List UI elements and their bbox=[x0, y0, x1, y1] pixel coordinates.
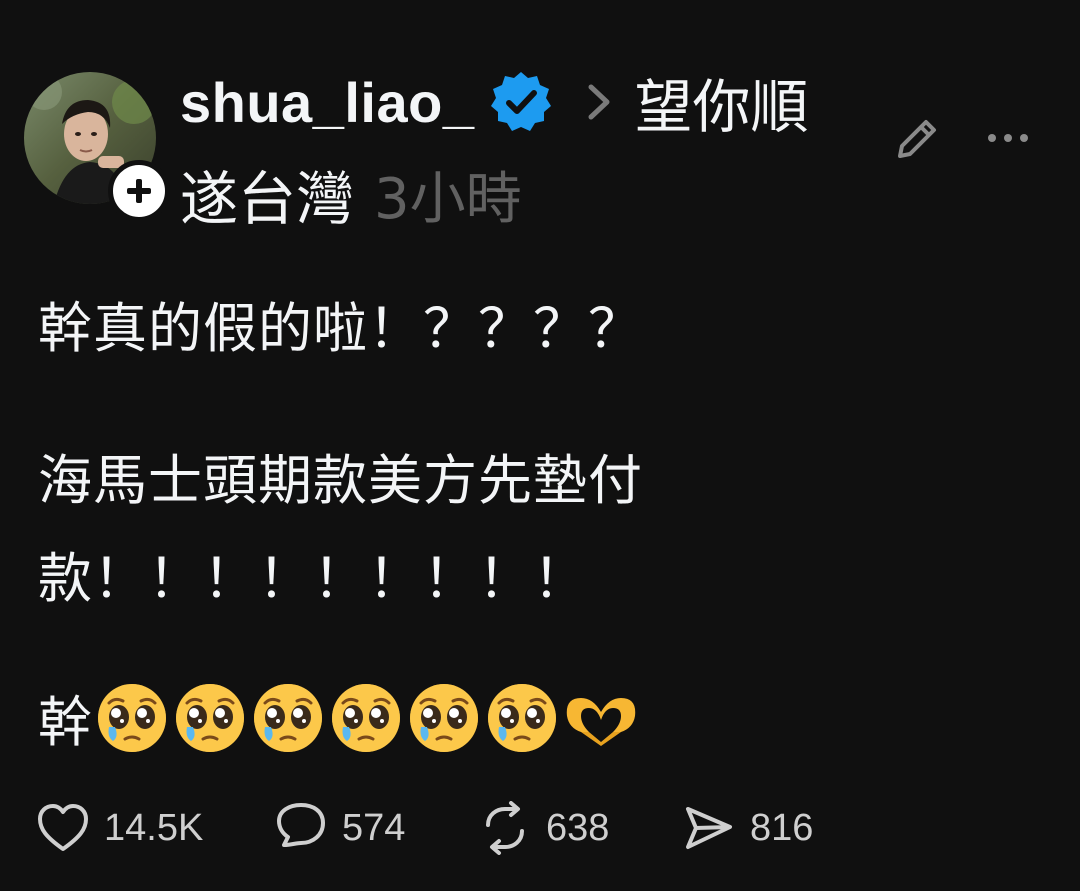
pleading-face-emoji-icon bbox=[488, 683, 556, 752]
username-link[interactable]: shua_liao_ bbox=[180, 70, 474, 135]
pleading-face-emoji-icon bbox=[176, 683, 244, 752]
post-timestamp: 3小時 bbox=[374, 166, 522, 232]
heart-hands-emoji-icon bbox=[566, 697, 636, 746]
topic-tag[interactable]: 望你順 bbox=[634, 60, 808, 144]
post-text-line-1: 幹真的假的啦！？？？？ bbox=[38, 297, 643, 360]
topic-tag-continued[interactable]: 遂台灣 bbox=[180, 152, 354, 236]
pleading-face-emoji-icon bbox=[410, 683, 478, 752]
pleading-face-emoji-icon bbox=[332, 683, 400, 752]
plus-icon bbox=[127, 179, 151, 203]
share-button[interactable]: 816 bbox=[682, 800, 813, 856]
repost-count: 638 bbox=[546, 806, 610, 849]
repost-icon bbox=[486, 801, 524, 855]
comment-button[interactable]: 574 bbox=[274, 800, 405, 856]
verified-badge-icon bbox=[491, 72, 552, 131]
chevron-right-icon bbox=[588, 84, 610, 120]
post-text-line-4: 幹 bbox=[38, 678, 641, 757]
follow-button[interactable] bbox=[108, 160, 170, 222]
post-text-line-2: 海馬士頭期款美方先墊付 bbox=[38, 449, 643, 512]
pleading-face-emoji-icon bbox=[254, 683, 322, 752]
more-options-icon[interactable] bbox=[984, 124, 1032, 152]
author-avatar[interactable] bbox=[24, 72, 170, 222]
post-header-line2: 遂台灣 3小時 bbox=[180, 158, 522, 233]
share-count: 816 bbox=[750, 806, 814, 849]
heart-icon bbox=[38, 804, 88, 851]
comment-icon bbox=[277, 803, 325, 847]
post-header: shua_liao_ 望你順 bbox=[180, 66, 808, 142]
pencil-icon[interactable] bbox=[892, 114, 942, 164]
like-button[interactable]: 14.5K bbox=[36, 800, 203, 856]
send-icon bbox=[686, 807, 732, 849]
comment-count: 574 bbox=[342, 806, 406, 849]
pleading-face-emoji-icon bbox=[98, 683, 166, 752]
post-text-line-3: 款！！！！！！！！！ bbox=[38, 547, 588, 610]
post-text-prefix: 幹 bbox=[38, 691, 93, 754]
repost-button[interactable]: 638 bbox=[478, 800, 609, 856]
like-count: 14.5K bbox=[104, 806, 204, 849]
